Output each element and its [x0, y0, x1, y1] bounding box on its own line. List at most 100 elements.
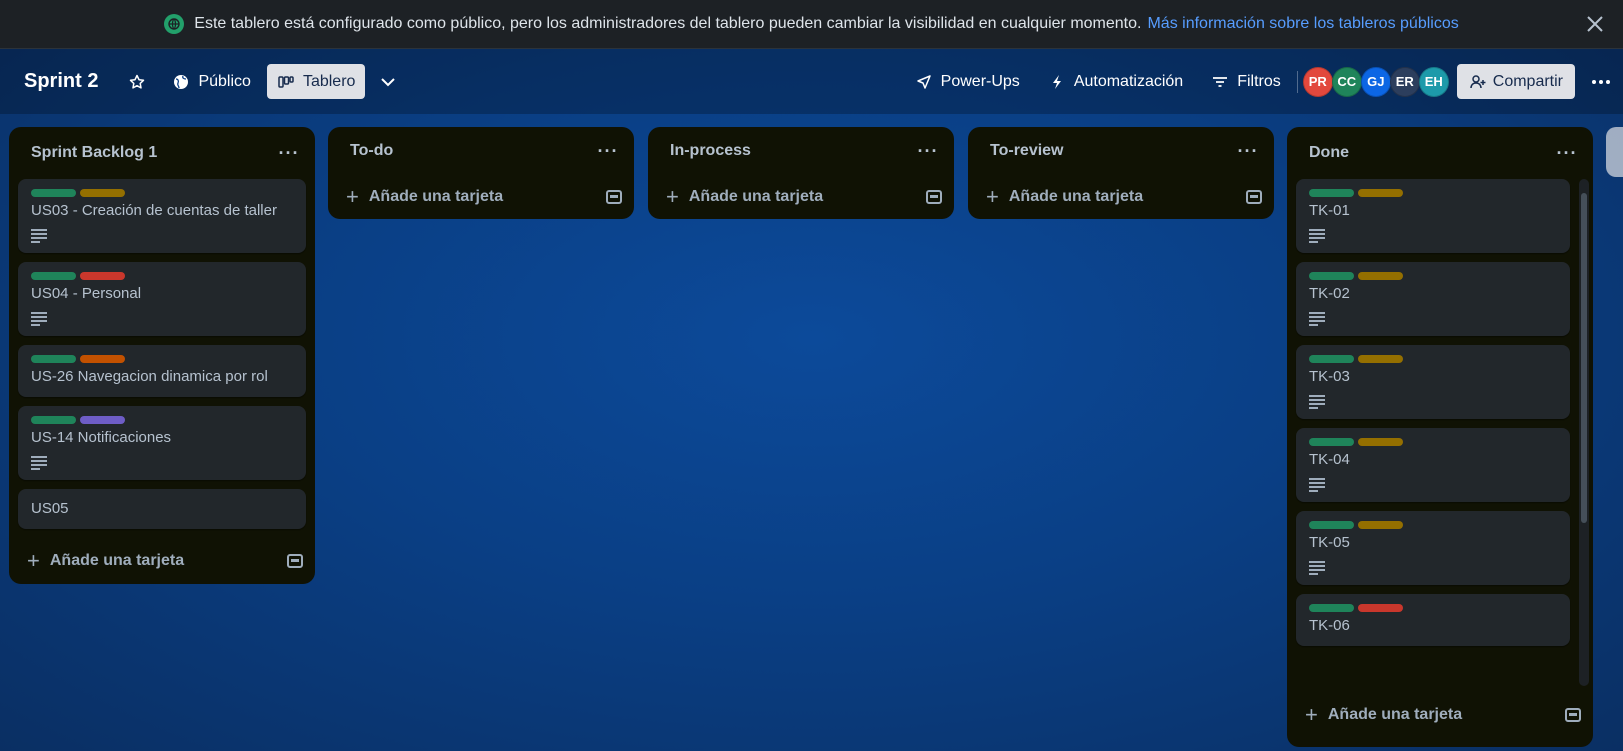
list-menu-icon[interactable]: ··· [594, 141, 622, 162]
description-icon [31, 456, 47, 470]
card-labels [1309, 272, 1557, 280]
list-header: To-do ··· [328, 127, 634, 175]
list-item[interactable]: TK-04 [1296, 428, 1570, 502]
list-menu-icon[interactable]: ··· [1234, 141, 1262, 162]
public-boards-info-link[interactable]: Más información sobre los tableros públi… [1147, 15, 1458, 33]
list-menu-icon[interactable]: ··· [275, 143, 303, 164]
done-cards-scroll[interactable]: TK-01 TK-02 TK-03 TK-04 TK-05 TK-06 [1287, 179, 1593, 686]
card-template-icon[interactable] [926, 190, 942, 204]
label-green[interactable] [31, 189, 76, 197]
list-item[interactable]: TK-05 [1296, 511, 1570, 585]
list-title[interactable]: In-process [670, 142, 751, 160]
add-card-button[interactable]: + Añade una tarjeta [1287, 686, 1593, 744]
description-icon [31, 229, 47, 243]
list-item[interactable]: TK-01 [1296, 179, 1570, 253]
close-icon[interactable] [1581, 10, 1609, 38]
label-purple[interactable] [80, 416, 125, 424]
board-view-icon [277, 73, 295, 91]
list-title[interactable]: Sprint Backlog 1 [31, 144, 157, 162]
card-template-icon[interactable] [287, 554, 303, 568]
views-dropdown-button[interactable] [369, 64, 407, 99]
board-title[interactable]: Sprint 2 [24, 70, 98, 93]
card-title: US04 - Personal [31, 285, 142, 302]
automation-button[interactable]: Automatización [1038, 64, 1193, 99]
list-item[interactable]: TK-06 [1296, 594, 1570, 646]
list-item[interactable]: US-14 Notificaciones [18, 406, 306, 480]
list-item[interactable]: US-26 Navegacion dinamica por rol [18, 345, 306, 397]
avatar[interactable]: PR [1302, 66, 1333, 97]
label-yellow[interactable] [1358, 355, 1403, 363]
list-menu-icon[interactable]: ··· [1553, 143, 1581, 164]
description-icon [31, 312, 47, 326]
add-card-content: + Añade una tarjeta [346, 186, 503, 208]
add-card-button[interactable]: + Añade una tarjeta [328, 175, 634, 219]
card-labels [1309, 355, 1557, 363]
description-icon [1309, 561, 1325, 575]
label-green[interactable] [31, 272, 76, 280]
label-red[interactable] [1358, 604, 1403, 612]
more-icon[interactable] [1585, 66, 1617, 98]
label-green[interactable] [31, 416, 76, 424]
add-card-button[interactable]: + Añade una tarjeta [9, 538, 315, 584]
label-green[interactable] [1309, 272, 1354, 280]
add-card-label: Añade una tarjeta [368, 188, 504, 205]
chevron-down-icon [379, 73, 397, 91]
list-title[interactable]: Done [1309, 144, 1349, 162]
plus-icon: + [986, 184, 999, 209]
label-yellow[interactable] [1358, 521, 1403, 529]
label-yellow[interactable] [1358, 189, 1403, 197]
star-button[interactable] [118, 64, 156, 99]
list-item[interactable]: US05 [18, 489, 306, 529]
card-template-icon[interactable] [606, 190, 622, 204]
power-ups-button[interactable]: Power-Ups [905, 64, 1030, 99]
description-icon [1309, 229, 1325, 243]
card-template-icon[interactable] [1246, 190, 1262, 204]
filters-button[interactable]: Filtros [1201, 64, 1291, 99]
avatar[interactable]: CC [1331, 66, 1362, 97]
label-green[interactable] [1309, 438, 1354, 446]
add-card-label: Añade una tarjeta [1008, 188, 1144, 205]
label-red[interactable] [80, 272, 125, 280]
lightning-icon [1048, 73, 1066, 91]
list-title[interactable]: To-review [990, 142, 1064, 160]
list-item[interactable]: US03 - Creación de cuentas de taller [18, 179, 306, 253]
card-labels [1309, 521, 1557, 529]
avatar[interactable]: EH [1418, 66, 1449, 97]
card-title: TK-01 [1309, 202, 1350, 219]
avatar[interactable]: GJ [1360, 66, 1391, 97]
plus-icon: + [27, 548, 40, 573]
card-title: TK-04 [1309, 451, 1350, 468]
avatar[interactable]: ER [1389, 66, 1420, 97]
visibility-button[interactable]: Público [162, 64, 260, 99]
label-green[interactable] [31, 355, 76, 363]
scrollbar-thumb[interactable] [1581, 193, 1587, 523]
list-menu-icon[interactable]: ··· [914, 141, 942, 162]
list-item[interactable]: US04 - Personal [18, 262, 306, 336]
label-green[interactable] [1309, 189, 1354, 197]
list-item[interactable]: TK-02 [1296, 262, 1570, 336]
list-in-process: In-process ··· + Añade una tarjeta [648, 127, 954, 219]
header-divider [1296, 70, 1298, 93]
scrollbar[interactable] [1579, 179, 1589, 686]
card-labels [1309, 438, 1557, 446]
label-green[interactable] [1309, 604, 1354, 612]
label-yellow[interactable] [1358, 272, 1403, 280]
add-card-button[interactable]: + Añade una tarjeta [648, 175, 954, 219]
label-yellow[interactable] [1358, 438, 1403, 446]
label-green[interactable] [1309, 521, 1354, 529]
list-item[interactable]: TK-03 [1296, 345, 1570, 419]
card-template-icon[interactable] [1565, 708, 1581, 722]
filters-label: Filtros [1237, 72, 1281, 90]
board-view-button[interactable]: Tablero [266, 64, 366, 99]
label-yellow[interactable] [80, 189, 125, 197]
label-green[interactable] [1309, 355, 1354, 363]
card-labels [1309, 189, 1557, 197]
list-title[interactable]: To-do [350, 142, 393, 160]
share-button[interactable]: Compartir [1456, 64, 1575, 99]
board-header: Sprint 2 Público Tablero Power-Ups Autom… [0, 49, 1623, 114]
add-card-content: + Añade una tarjeta [27, 550, 184, 572]
board-view-label: Tablero [302, 72, 356, 90]
add-list-button[interactable] [1606, 127, 1623, 177]
label-orange[interactable] [80, 355, 125, 363]
add-card-button[interactable]: + Añade una tarjeta [968, 175, 1274, 219]
